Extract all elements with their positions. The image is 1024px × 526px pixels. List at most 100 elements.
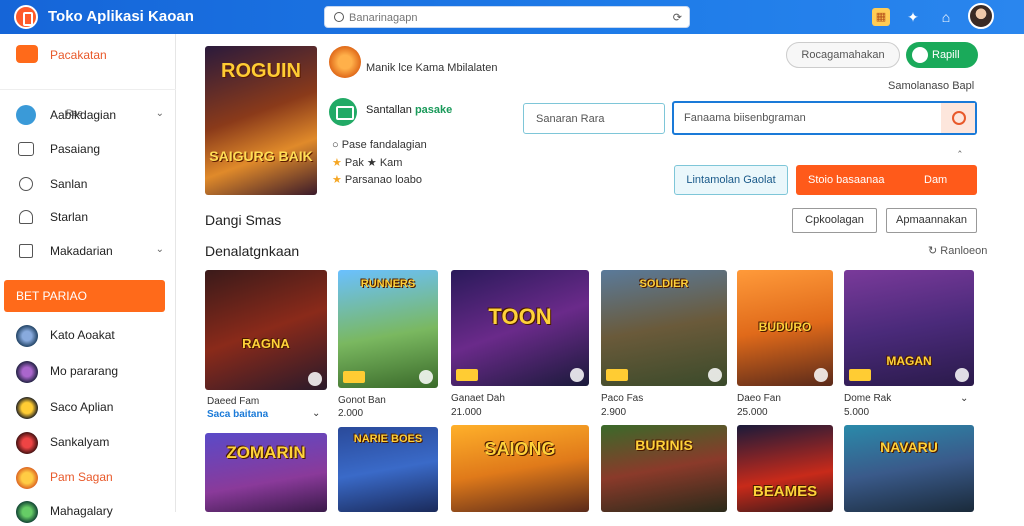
sidebar-item-label: Mahagalary — [50, 504, 113, 518]
meta-line-3: ★ Parsanao loabo — [332, 173, 422, 186]
game-name[interactable]: Paco Fas — [601, 393, 643, 404]
play-icon — [955, 368, 969, 382]
sidebar-app-item[interactable]: Mo pararang — [0, 356, 176, 386]
game-card-thumb[interactable]: BURINIS — [601, 425, 727, 512]
chevron-down-icon: ⌄ — [155, 244, 164, 255]
game-title-art: SAIONG — [484, 439, 556, 459]
game-price: 21.000 — [451, 407, 482, 418]
person-icon — [19, 210, 33, 224]
app-logo-icon[interactable] — [14, 5, 38, 29]
app-icon — [16, 325, 38, 347]
home-icon[interactable]: ⌂ — [937, 8, 955, 26]
filter-field[interactable]: Sanaran Rara — [523, 103, 665, 134]
sidebar-item-pasaiang[interactable]: Pasaiang — [0, 134, 176, 164]
sidebar-app-item[interactable]: Pam Sagan — [0, 462, 176, 492]
store-icon — [16, 45, 38, 63]
star-icon: ★ — [332, 157, 345, 169]
sidebar-item-label: Makadarian — [50, 244, 113, 258]
game-title-art: RAGNA — [242, 336, 290, 351]
sidebar-app-item[interactable]: Saco Aplian — [0, 392, 176, 422]
game-card-thumb[interactable]: TOON — [451, 270, 589, 386]
play-icon — [708, 368, 722, 382]
game-card-thumb[interactable]: NAVARU — [844, 425, 974, 512]
badge — [343, 371, 365, 383]
game-card-thumb[interactable]: MAGAN — [844, 270, 974, 386]
game-title-art: MAGAN — [886, 354, 932, 368]
play-icon — [308, 372, 322, 386]
bag-icon[interactable]: ▦ — [872, 8, 890, 26]
chevron-icon[interactable]: ‸ — [958, 140, 962, 153]
featured-cover[interactable]: ROGUIN SAIGURG BAIK — [205, 46, 317, 195]
search-input[interactable] — [349, 10, 649, 25]
wishlist-button[interactable]: Rocagamahakan — [786, 42, 900, 68]
app-icon — [16, 467, 38, 489]
refresh-sort[interactable]: ↻ Ranloeon — [928, 244, 987, 257]
meta-text: Pase fandalagian — [341, 139, 427, 151]
sidebar-item-sanlan[interactable]: Sanlan — [0, 169, 176, 199]
game-card-thumb[interactable]: RUNNERS — [338, 270, 438, 388]
app-icon — [16, 501, 38, 523]
refresh-icon: ↻ — [928, 245, 941, 257]
sidebar-item-aablkdagian[interactable]: Aablkdagian ⌄ — [0, 100, 176, 130]
game-title-art: RUNNERS — [360, 278, 416, 290]
sidebar-highlight-item[interactable]: BET PARIAO — [4, 280, 165, 312]
meta-line-1: ○ Pase fandalagian — [332, 139, 427, 151]
badge — [606, 369, 628, 381]
search-box[interactable]: ⟳ — [324, 6, 690, 28]
query-input[interactable] — [684, 112, 934, 124]
game-name[interactable]: Gonot Ban — [338, 395, 386, 406]
game-card-thumb[interactable]: RAGNA — [205, 270, 327, 390]
sidebar-item-label: Mo pararang — [50, 364, 119, 378]
app-icon — [16, 432, 38, 454]
sidebar-item-label: Sanlan — [50, 177, 88, 191]
game-title-art: BURINIS — [635, 437, 693, 453]
chevron-down-icon[interactable]: ⌄ — [960, 393, 968, 404]
game-title-art: ZOMARIN — [226, 443, 306, 462]
filter-button[interactable]: Cpkoolagan — [792, 208, 877, 233]
sidebar-item-label: Pam Sagan — [50, 470, 113, 484]
sidebar-app-item[interactable]: Mahagalary — [0, 496, 176, 526]
sidebar-app-item[interactable]: Sankalyam — [0, 427, 176, 457]
install-button[interactable]: Rapill — [906, 42, 978, 68]
game-price: 2.000 — [338, 408, 364, 419]
clear-icon[interactable]: ⟳ — [673, 11, 682, 24]
game-name[interactable]: Daeo Fan — [737, 393, 781, 404]
chevron-down-icon[interactable]: ⌄ — [312, 408, 320, 419]
primary-action-button[interactable]: Stoio basaanaa Dam — [796, 165, 977, 195]
game-card-thumb[interactable]: ZOMARIN — [205, 433, 327, 512]
game-name[interactable]: Dome Rak — [844, 393, 891, 404]
publisher2-label: Santallan — [366, 104, 412, 116]
game-title-art: SOLDIER — [639, 278, 689, 290]
game-name[interactable]: Ganaet Dah — [451, 393, 505, 404]
game-card-thumb[interactable]: SAIONG — [451, 425, 589, 512]
game-card-thumb[interactable]: BUDURO — [737, 270, 833, 386]
query-field[interactable] — [672, 101, 977, 135]
game-title-art: BUDURO — [758, 320, 812, 334]
install-label: Rapill — [932, 49, 960, 61]
sidebar-item-label: Pasaiang — [50, 142, 101, 156]
app-title: Toko Aplikasi Kaoan — [48, 8, 194, 25]
game-card-thumb[interactable]: BEAMES — [737, 425, 833, 512]
cover-title: ROGUIN — [221, 60, 301, 82]
publisher2-accent: pasake — [414, 104, 453, 116]
search-icon[interactable] — [941, 103, 975, 133]
install-icon — [912, 47, 928, 63]
avatar[interactable] — [968, 3, 994, 29]
app-icon — [16, 361, 38, 383]
badge — [456, 369, 478, 381]
sort-button[interactable]: Apmaannakan — [886, 208, 977, 233]
publisher-logo — [329, 46, 361, 78]
play-icon — [570, 368, 584, 382]
secondary-button[interactable]: Lintamolan Gaolat — [674, 165, 788, 195]
sidebar-item-top[interactable]: Pacakatan — [0, 40, 176, 70]
sidebar-item-starlan[interactable]: Starlan — [0, 202, 176, 232]
chevron-down-icon: ⌄ — [155, 108, 164, 119]
twitter-icon[interactable]: ✦ — [904, 8, 922, 26]
sidebar: Pacakatan Rae Aablkdagian ⌄ Pasaiang San… — [0, 34, 176, 523]
sidebar-item-label: Aablkdagian — [50, 108, 117, 122]
game-name[interactable]: Daeed Fam — [207, 396, 259, 407]
sidebar-item-makadarian[interactable]: Makadarian ⌄ — [0, 236, 176, 266]
sidebar-app-item[interactable]: Kato Aoakat — [0, 320, 176, 350]
game-card-thumb[interactable]: NARIE BOES — [338, 427, 438, 512]
game-card-thumb[interactable]: SOLDIER — [601, 270, 727, 386]
